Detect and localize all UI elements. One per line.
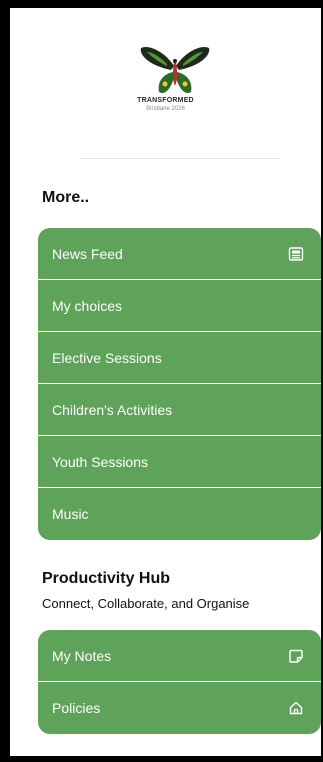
menu-item-elective-sessions[interactable]: Elective Sessions: [38, 332, 321, 384]
menu-item-label: News Feed: [52, 245, 123, 262]
menu-item-music[interactable]: Music: [38, 488, 321, 540]
menu-item-label: Youth Sessions: [52, 453, 148, 470]
divider: [80, 158, 280, 159]
menu-item-label: Policies: [52, 700, 101, 716]
brand-logo: TRANSFORMED Brisbane 2026: [10, 8, 321, 158]
menu-item-label: My Notes: [52, 647, 112, 664]
app-screen: TRANSFORMED Brisbane 2026 More.. News Fe…: [10, 8, 321, 756]
menu-item-policies[interactable]: Policies: [38, 682, 321, 734]
brand-name: TRANSFORMED: [137, 97, 194, 104]
productivity-hub-subtitle: Connect, Collaborate, and Organise: [42, 596, 250, 611]
more-menu: News Feed My choices Elective Sessions C…: [38, 228, 321, 540]
more-section-title: More..: [42, 189, 90, 206]
menu-item-my-choices[interactable]: My choices: [38, 280, 321, 332]
productivity-menu: My Notes Policies: [38, 630, 321, 734]
menu-item-label: Elective Sessions: [52, 349, 162, 366]
menu-item-news-feed[interactable]: News Feed: [38, 228, 321, 280]
menu-item-my-notes[interactable]: My Notes: [38, 630, 321, 682]
brand-subtitle: Brisbane 2026: [146, 106, 185, 112]
note-icon: [287, 647, 305, 665]
butterfly-logo-icon: [140, 46, 210, 94]
menu-item-label: My choices: [52, 297, 123, 314]
menu-item-childrens-activities[interactable]: Children's Activities: [38, 384, 321, 436]
home-icon: [287, 699, 305, 717]
menu-item-youth-sessions[interactable]: Youth Sessions: [38, 436, 321, 488]
menu-item-label: Children's Activities: [52, 401, 173, 418]
newspaper-icon: [287, 245, 305, 263]
menu-item-label: Music: [52, 506, 89, 522]
productivity-hub-title: Productivity Hub: [42, 570, 171, 587]
